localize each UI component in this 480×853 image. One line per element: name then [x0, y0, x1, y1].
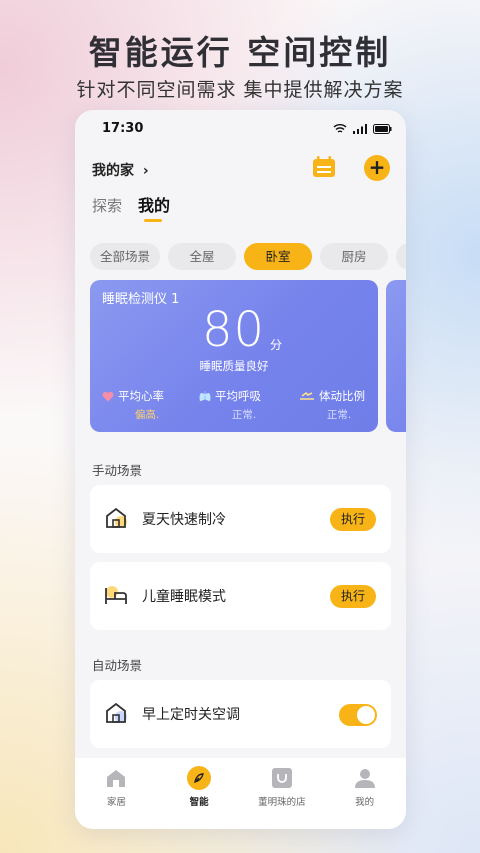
tab-smart[interactable]: 智能 [164, 766, 234, 829]
phone-screen: 17:30 我的家 › + 探索 我的 全部场景 全屋 卧室 厨房 睡眠检测仪 … [75, 110, 406, 829]
bottom-tab-bar: 家居 智能 董明珠的店 我的 [75, 758, 406, 829]
metric-value: 正常. [326, 409, 352, 421]
chip-kitchen[interactable]: 厨房 [320, 243, 388, 270]
store-icon [271, 768, 292, 788]
sleep-score-unit: 分 [270, 338, 283, 352]
tab-label: 家居 [106, 797, 126, 808]
status-bar: 17:30 [75, 110, 406, 146]
metric-breathing: 平均呼吸 正常. [199, 388, 289, 422]
motion-icon [300, 391, 314, 400]
wifi-icon [333, 124, 347, 133]
signal-icon [353, 123, 367, 134]
battery-icon [373, 123, 392, 134]
house-icon [106, 507, 127, 528]
auto-scene-card[interactable]: 早上定时关空调 [90, 680, 391, 748]
tab-label: 我的 [355, 797, 375, 808]
promo-headline: 智能运行 空间控制 [88, 33, 392, 72]
execute-button[interactable]: 执行 [330, 585, 376, 608]
tab-mine[interactable]: 我的 [138, 192, 170, 222]
chip-bedroom[interactable]: 卧室 [244, 243, 312, 270]
metric-value: 正常. [231, 409, 257, 421]
auto-scenes-title: 自动场景 [92, 658, 143, 673]
profile-icon [354, 769, 375, 788]
sleep-quality: 睡眠质量良好 [199, 359, 269, 373]
smart-icon [187, 766, 212, 790]
tab-store[interactable]: 董明珠的店 [247, 766, 317, 829]
room-chips: 全部场景 全屋 卧室 厨房 [90, 243, 406, 270]
chip-more[interactable] [396, 243, 406, 270]
status-icons [333, 123, 392, 134]
toggle-knob [357, 706, 375, 724]
manual-scenes-title: 手动场景 [92, 463, 143, 478]
tab-home[interactable]: 家居 [81, 766, 151, 829]
metric-label: 体动比例 [319, 389, 365, 403]
chevron-right-icon: › [142, 163, 149, 179]
tab-profile[interactable]: 我的 [330, 766, 400, 829]
chip-whole-house[interactable]: 全屋 [168, 243, 236, 270]
scene-toggle[interactable] [339, 704, 377, 726]
lungs-icon [199, 390, 211, 401]
tab-label: 董明珠的店 [258, 797, 306, 808]
home-selector[interactable]: 我的家 › [92, 160, 149, 180]
house-icon [106, 702, 127, 723]
chip-all-scenes[interactable]: 全部场景 [90, 243, 160, 270]
calendar-icon[interactable] [312, 156, 336, 178]
scene-name: 夏天快速制冷 [142, 512, 226, 528]
scene-card[interactable]: 儿童睡眠模式 执行 [90, 562, 391, 630]
metric-label: 平均呼吸 [215, 389, 261, 403]
tab-label: 智能 [189, 797, 209, 808]
tab-explore[interactable]: 探索 [92, 195, 122, 216]
bed-icon [105, 586, 127, 604]
heart-icon [102, 391, 114, 401]
sleep-score: 80 [202, 302, 266, 358]
metric-label: 平均心率 [118, 389, 164, 403]
next-device-card[interactable] [386, 280, 406, 432]
promo-subline: 针对不同空间需求 集中提供解决方案 [76, 79, 404, 101]
metric-value: 偏高. [134, 409, 160, 421]
add-button[interactable]: + [364, 155, 390, 181]
scene-name: 早上定时关空调 [142, 707, 240, 723]
sleep-monitor-card[interactable]: 睡眠检测仪 1 80 分 睡眠质量良好 平均心率 偏高. 平均呼吸 正常. 体动… [90, 280, 378, 432]
scene-card[interactable]: 夏天快速制冷 执行 [90, 485, 391, 553]
scene-name: 儿童睡眠模式 [142, 589, 226, 605]
home-label: 我的家 [92, 163, 134, 179]
metric-heart-rate: 平均心率 偏高. [102, 388, 192, 422]
top-tabs: 探索 我的 [92, 192, 170, 222]
status-time: 17:30 [102, 121, 144, 136]
execute-button[interactable]: 执行 [330, 508, 376, 531]
sleep-monitor-title: 睡眠检测仪 1 [102, 292, 180, 307]
home-icon [107, 770, 126, 787]
metric-motion: 体动比例 正常. [299, 388, 379, 422]
